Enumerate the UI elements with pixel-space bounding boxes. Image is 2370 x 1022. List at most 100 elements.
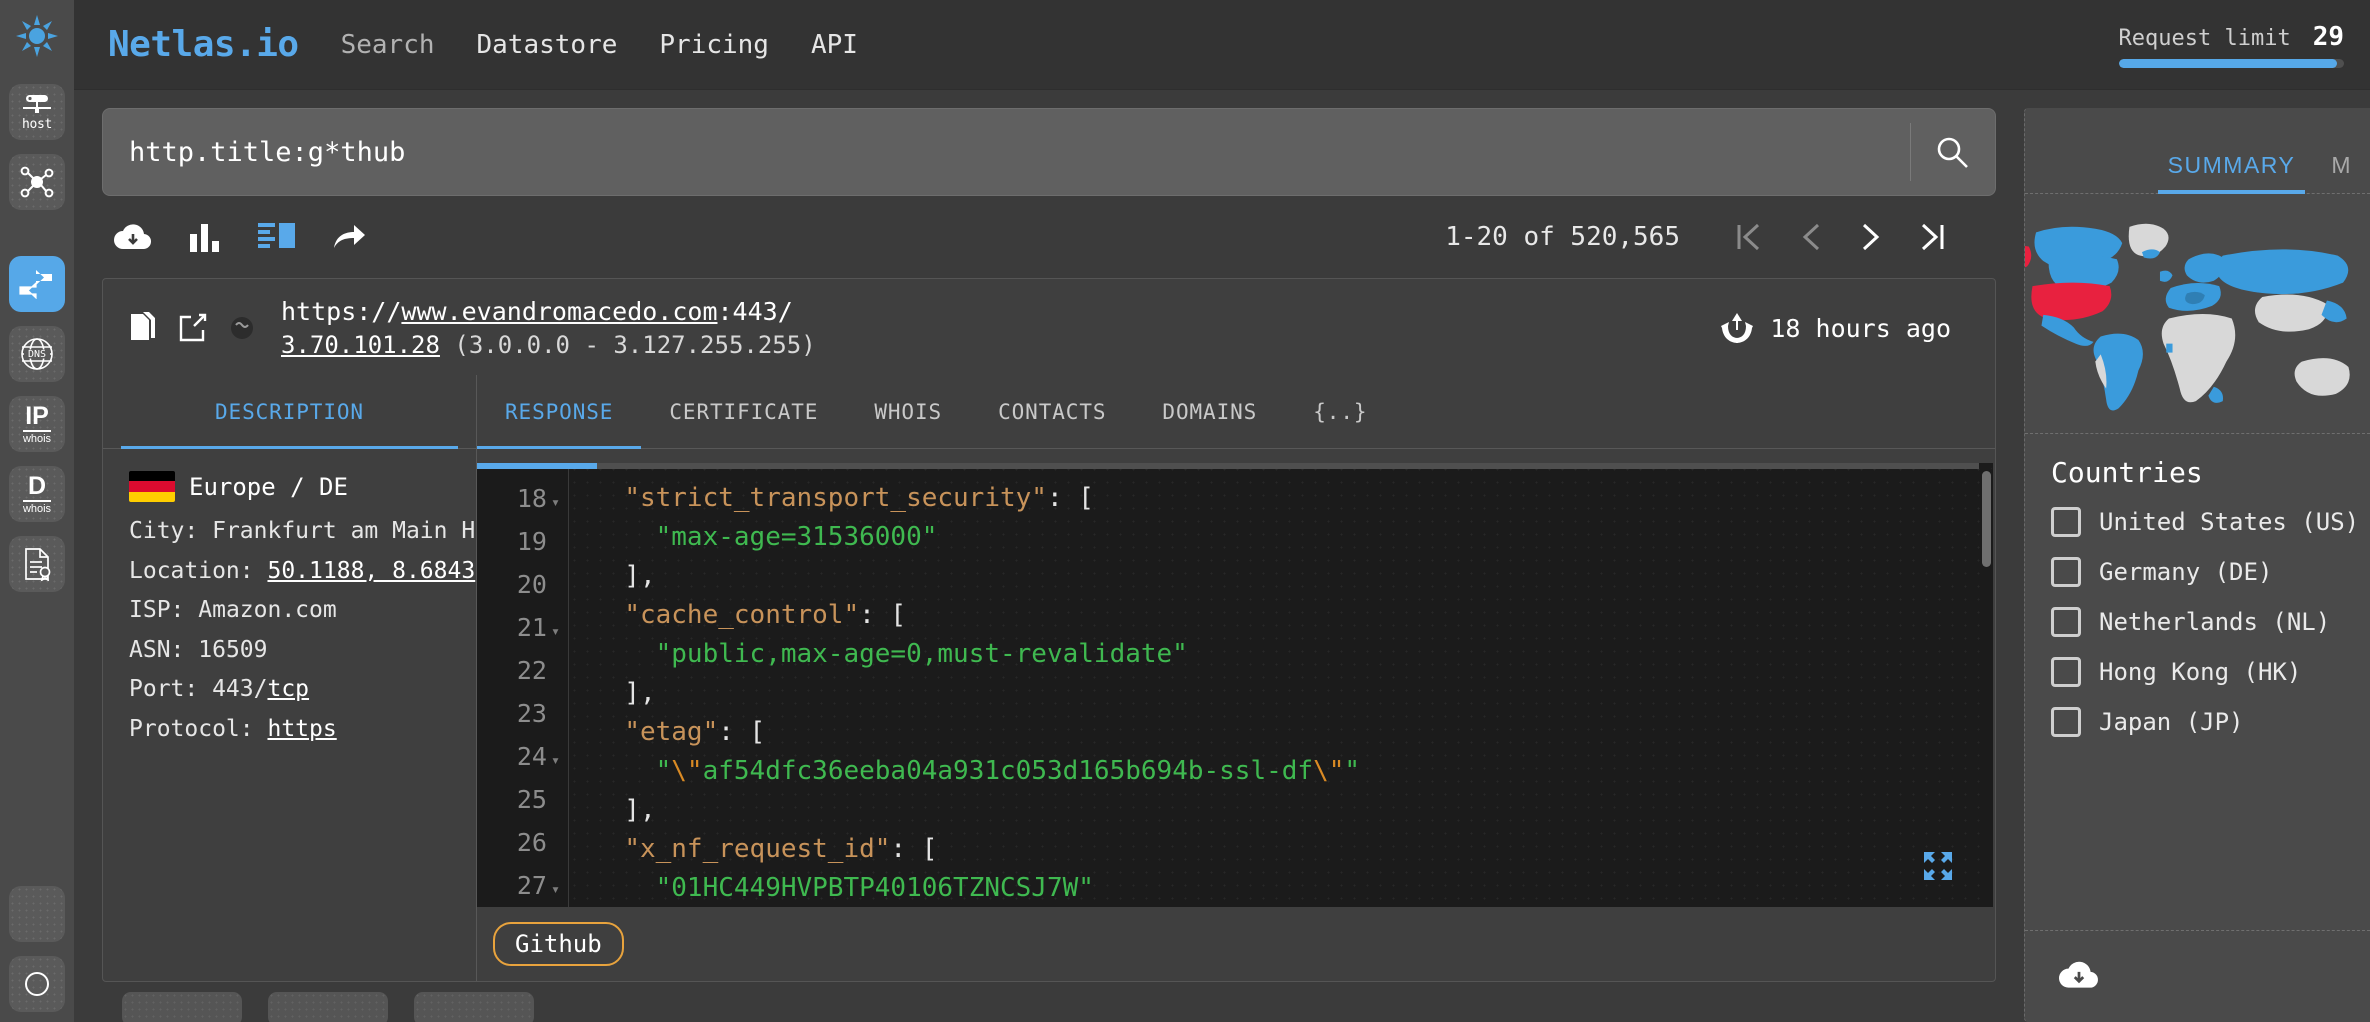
chip-3[interactable] (414, 992, 534, 1022)
tab-contacts[interactable]: CONTACTS (970, 375, 1134, 448)
split-view-icon[interactable] (258, 222, 296, 252)
desc-value-port[interactable]: tcp (267, 676, 309, 702)
tab-domains[interactable]: DOMAINS (1134, 375, 1285, 448)
ip-whois-sub: whois (22, 429, 52, 445)
domain-whois-label: D (27, 471, 47, 500)
desc-value-isp: Amazon.com (198, 597, 337, 624)
netlas-logo-icon[interactable] (9, 8, 65, 64)
nav-link-pricing[interactable]: Pricing (659, 30, 769, 60)
result-header: https://www.evandromacedo.com:443/ 3.70.… (103, 279, 1995, 375)
countries-filter: Countries United States (US) Germany (DE… (2025, 434, 2370, 930)
sidebar-item-network-graph[interactable] (9, 154, 65, 210)
country-checkbox-jp[interactable] (2051, 707, 2081, 737)
pagination-last-button[interactable] (1920, 221, 1946, 253)
nav-link-api[interactable]: API (811, 30, 858, 60)
tab-certificate[interactable]: CERTIFICATE (641, 375, 846, 448)
chip-2[interactable] (268, 992, 388, 1022)
tab-raw-json[interactable]: {..} (1285, 375, 1395, 448)
bar-chart-icon[interactable] (188, 222, 222, 252)
pagination-first-button[interactable] (1736, 221, 1762, 253)
pagination-prev-button[interactable] (1800, 221, 1822, 253)
network-graph-icon (20, 166, 54, 198)
editor-code-line: "etag": [ (624, 717, 766, 748)
desc-label-city: City: (129, 518, 213, 545)
tab-summary[interactable]: SUMMARY (2150, 152, 2314, 194)
share-icon[interactable] (332, 223, 366, 251)
main-area: Netlas.io Search Datastore Pricing API R… (74, 0, 2370, 1022)
content-body: 1-20 of 520,565 (74, 90, 2370, 1022)
sidebar-item-response[interactable] (9, 256, 65, 312)
tab-description[interactable]: DESCRIPTION (103, 375, 477, 450)
desc-value-city: Frankfurt am Main HE (212, 518, 490, 545)
json-code-editor[interactable]: 18▾19▾20▾21▾22▾23▾24▾25▾26▾27▾28▾29▾30▾3… (477, 463, 1993, 907)
sidebar-item-dns[interactable]: DNS (9, 326, 65, 382)
nav-link-datastore[interactable]: Datastore (477, 30, 618, 60)
fold-toggle-icon[interactable]: ▾ (551, 751, 560, 769)
sidebar-item-ip-whois[interactable]: IP whois (9, 396, 65, 452)
search-input[interactable] (129, 136, 1900, 168)
fold-toggle-icon[interactable]: ▾ (551, 493, 560, 511)
copy-icon[interactable] (129, 312, 157, 344)
pagination-next-button[interactable] (1860, 221, 1882, 253)
country-item-us[interactable]: United States (US) (2051, 507, 2370, 537)
sidebar-item-domain-whois[interactable]: D whois (9, 466, 65, 522)
tag-bar: Github (477, 907, 1995, 981)
country-label-jp: Japan (JP) (2099, 708, 2244, 736)
result-panes: Europe / DE City: Frankfurt am Main HE L… (103, 449, 1995, 981)
cloud-download-icon[interactable] (2059, 960, 2099, 994)
country-checkbox-nl[interactable] (2051, 607, 2081, 637)
request-limit-fill (2118, 58, 2338, 68)
request-limit-bar (2118, 58, 2344, 68)
result-card: https://www.evandromacedo.com:443/ 3.70.… (102, 278, 1996, 982)
tab-map[interactable]: M (2313, 152, 2370, 193)
country-item-nl[interactable]: Netherlands (NL) (2051, 607, 2370, 637)
desc-row-port: Port: 443/tcp (129, 670, 456, 710)
sidebar-item-extra[interactable] (9, 886, 65, 942)
desc-value-location[interactable]: 50.1188, 8.6843 (267, 558, 475, 584)
country-item-jp[interactable]: Japan (JP) (2051, 707, 2370, 737)
desc-value-protocol[interactable]: https (267, 716, 336, 742)
editor-gutter: 18▾19▾20▾21▾22▾23▾24▾25▾26▾27▾28▾29▾30▾3… (477, 463, 569, 907)
editor-progress-bar (477, 463, 1979, 470)
search-button[interactable] (1929, 135, 1975, 169)
fold-toggle-icon[interactable]: ▾ (551, 880, 560, 898)
country-checkbox-us[interactable] (2051, 507, 2081, 537)
country-checkbox-hk[interactable] (2051, 657, 2081, 687)
nav-link-search[interactable]: Search (341, 30, 435, 60)
fullscreen-expand-icon[interactable] (1923, 851, 1953, 885)
sidebar-item-help[interactable] (9, 956, 65, 1012)
ip-link[interactable]: 3.70.101.28 (281, 331, 440, 359)
tab-whois[interactable]: WHOIS (846, 375, 970, 448)
url-scheme: https:// (281, 297, 402, 326)
app-window: host DNS IP whois D whois Netlas.io Sear… (0, 0, 2370, 1022)
sidebar-item-host[interactable]: host (9, 84, 65, 140)
chip-1[interactable] (122, 992, 242, 1022)
ip-whois-label: IP (25, 401, 49, 430)
fold-toggle-icon[interactable]: ▾ (551, 622, 560, 640)
open-external-icon[interactable] (179, 313, 207, 343)
country-checkbox-de[interactable] (2051, 557, 2081, 587)
editor-scrollbar-thumb[interactable] (1982, 471, 1991, 568)
result-url: https://www.evandromacedo.com:443/ (281, 295, 816, 329)
cloud-download-icon[interactable] (114, 223, 152, 251)
editor-line-number: 27 ▾ (516, 871, 560, 901)
country-item-hk[interactable]: Hong Kong (HK) (2051, 657, 2370, 687)
editor-code[interactable]: "strict_transport_security": [ "max-age=… (569, 463, 1993, 907)
world-map[interactable] (2025, 194, 2370, 434)
country-item-de[interactable]: Germany (DE) (2051, 557, 2370, 587)
result-tag-github[interactable]: Github (493, 922, 624, 966)
tab-response[interactable]: RESPONSE (477, 375, 642, 450)
response-pane: 18▾19▾20▾21▾22▾23▾24▾25▾26▾27▾28▾29▾30▾3… (477, 449, 1995, 981)
editor-code-line: "public,max-age=0,must-revalidate" (655, 639, 1188, 670)
brand-title[interactable]: Netlas.io (108, 24, 299, 65)
results-toolbar: 1-20 of 520,565 (102, 196, 1996, 278)
editor-code-line: "\"af54dfc36eeba04a931c053d165b694b-ssl-… (593, 756, 1361, 787)
url-host-link[interactable]: www.evandromacedo.com (401, 297, 717, 326)
certificate-icon (25, 548, 51, 581)
region-line: Europe / DE (129, 471, 456, 503)
result-tabs: DESCRIPTION RESPONSE CERTIFICATE WHOIS C… (103, 375, 1995, 450)
sidebar-item-certificate[interactable] (9, 536, 65, 592)
editor-code-line: "max-age=31536000" (655, 522, 938, 553)
editor-scrollbar[interactable] (1980, 469, 1993, 907)
editor-line-number: 25▾ (516, 785, 547, 815)
